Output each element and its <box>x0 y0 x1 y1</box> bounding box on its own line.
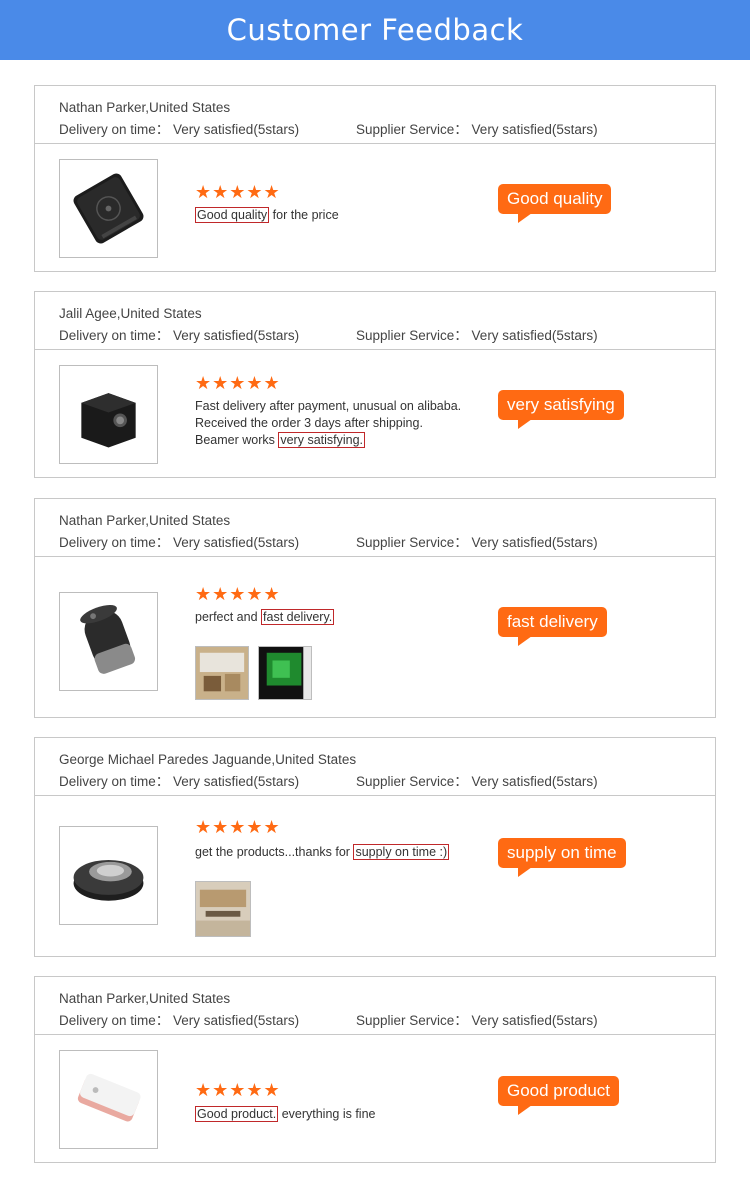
reviewer-name: George Michael Paredes Jaguande,United S… <box>59 752 357 767</box>
feedback-tag: Good product <box>498 1076 620 1115</box>
delivery-rating: Delivery on time： Very satisfied(5stars) <box>59 1013 300 1028</box>
highlighted-phrase: Good quality <box>195 207 270 223</box>
rating-stars: ★★★★★ <box>195 584 281 604</box>
review-text: get the products...thanks for supply on … <box>195 844 450 861</box>
reviewer-name: Nathan Parker,United States <box>59 513 231 528</box>
highlighted-phrase: Good product. <box>195 1106 279 1122</box>
review-card-3: Nathan Parker,United States Delivery on … <box>34 498 716 718</box>
review-header: Nathan Parker,United States Delivery on … <box>35 86 715 144</box>
service-rating: Supplier Service： Very satisfied(5stars) <box>356 535 598 550</box>
review-card-5: Nathan Parker,United States Delivery on … <box>34 976 716 1163</box>
service-rating: Supplier Service： Very satisfied(5stars) <box>356 122 598 137</box>
review-header: Nathan Parker,United States Delivery on … <box>35 499 715 557</box>
review-card-4: George Michael Paredes Jaguande,United S… <box>34 737 716 957</box>
pink-projector-icon[interactable] <box>59 1050 158 1149</box>
delivery-rating: Delivery on time： Very satisfied(5stars) <box>59 328 300 343</box>
page-title: Customer Feedback <box>226 13 524 47</box>
review-line-3: Beamer works <box>195 433 279 447</box>
customer-photo-1[interactable] <box>195 646 249 700</box>
review-card-2: Jalil Agee,United States Delivery on tim… <box>34 291 716 478</box>
delivery-rating: Delivery on time： Very satisfied(5stars) <box>59 535 300 550</box>
reviewer-name: Jalil Agee,United States <box>59 306 202 321</box>
highlighted-phrase: supply on time :) <box>353 844 450 860</box>
review-text: Good quality for the price <box>195 207 339 224</box>
review-line-2: Received the order 3 days after shipping… <box>195 416 423 430</box>
review-header: Nathan Parker,United States Delivery on … <box>35 977 715 1035</box>
reviewer-name: Nathan Parker,United States <box>59 991 231 1006</box>
review-text-rest: for the price <box>269 208 339 222</box>
mini-projector-black-icon[interactable] <box>59 159 158 258</box>
review-text: perfect and fast delivery. <box>195 609 335 626</box>
review-header: Jalil Agee,United States Delivery on tim… <box>35 292 715 350</box>
feedback-tag: supply on time <box>498 838 626 877</box>
reviewer-name: Nathan Parker,United States <box>59 100 231 115</box>
cube-projector-icon[interactable] <box>59 365 158 464</box>
highlighted-phrase: very satisfying. <box>278 432 366 448</box>
cylinder-projector-icon[interactable] <box>59 592 158 691</box>
service-rating: Supplier Service： Very satisfied(5stars) <box>356 774 598 789</box>
service-rating: Supplier Service： Very satisfied(5stars) <box>356 1013 598 1028</box>
customer-photo-2[interactable] <box>258 646 312 700</box>
rating-stars: ★★★★★ <box>195 817 281 837</box>
delivery-rating: Delivery on time： Very satisfied(5stars) <box>59 122 300 137</box>
rating-stars: ★★★★★ <box>195 373 281 393</box>
service-rating: Supplier Service： Very satisfied(5stars) <box>356 328 598 343</box>
feedback-tag: fast delivery <box>498 607 607 646</box>
highlighted-phrase: fast delivery. <box>261 609 335 625</box>
round-projector-icon[interactable] <box>59 826 158 925</box>
review-line-1: Fast delivery after payment, unusual on … <box>195 399 462 413</box>
customer-photo-1[interactable] <box>195 881 251 937</box>
review-text-start: perfect and <box>195 610 262 624</box>
rating-stars: ★★★★★ <box>195 182 281 202</box>
review-header: George Michael Paredes Jaguande,United S… <box>35 738 715 796</box>
header-banner: Customer Feedback <box>0 0 750 60</box>
feedback-tag: Good quality <box>498 184 612 223</box>
review-card-1: Nathan Parker,United States Delivery on … <box>34 85 716 272</box>
review-text: Good product. everything is fine <box>195 1106 376 1123</box>
review-text: Fast delivery after payment, unusual on … <box>195 398 461 449</box>
review-text-start: get the products...thanks for <box>195 845 354 859</box>
rating-stars: ★★★★★ <box>195 1080 281 1100</box>
delivery-rating: Delivery on time： Very satisfied(5stars) <box>59 774 300 789</box>
feedback-tag: very satisfying <box>498 390 624 429</box>
review-text-rest: everything is fine <box>278 1107 376 1121</box>
